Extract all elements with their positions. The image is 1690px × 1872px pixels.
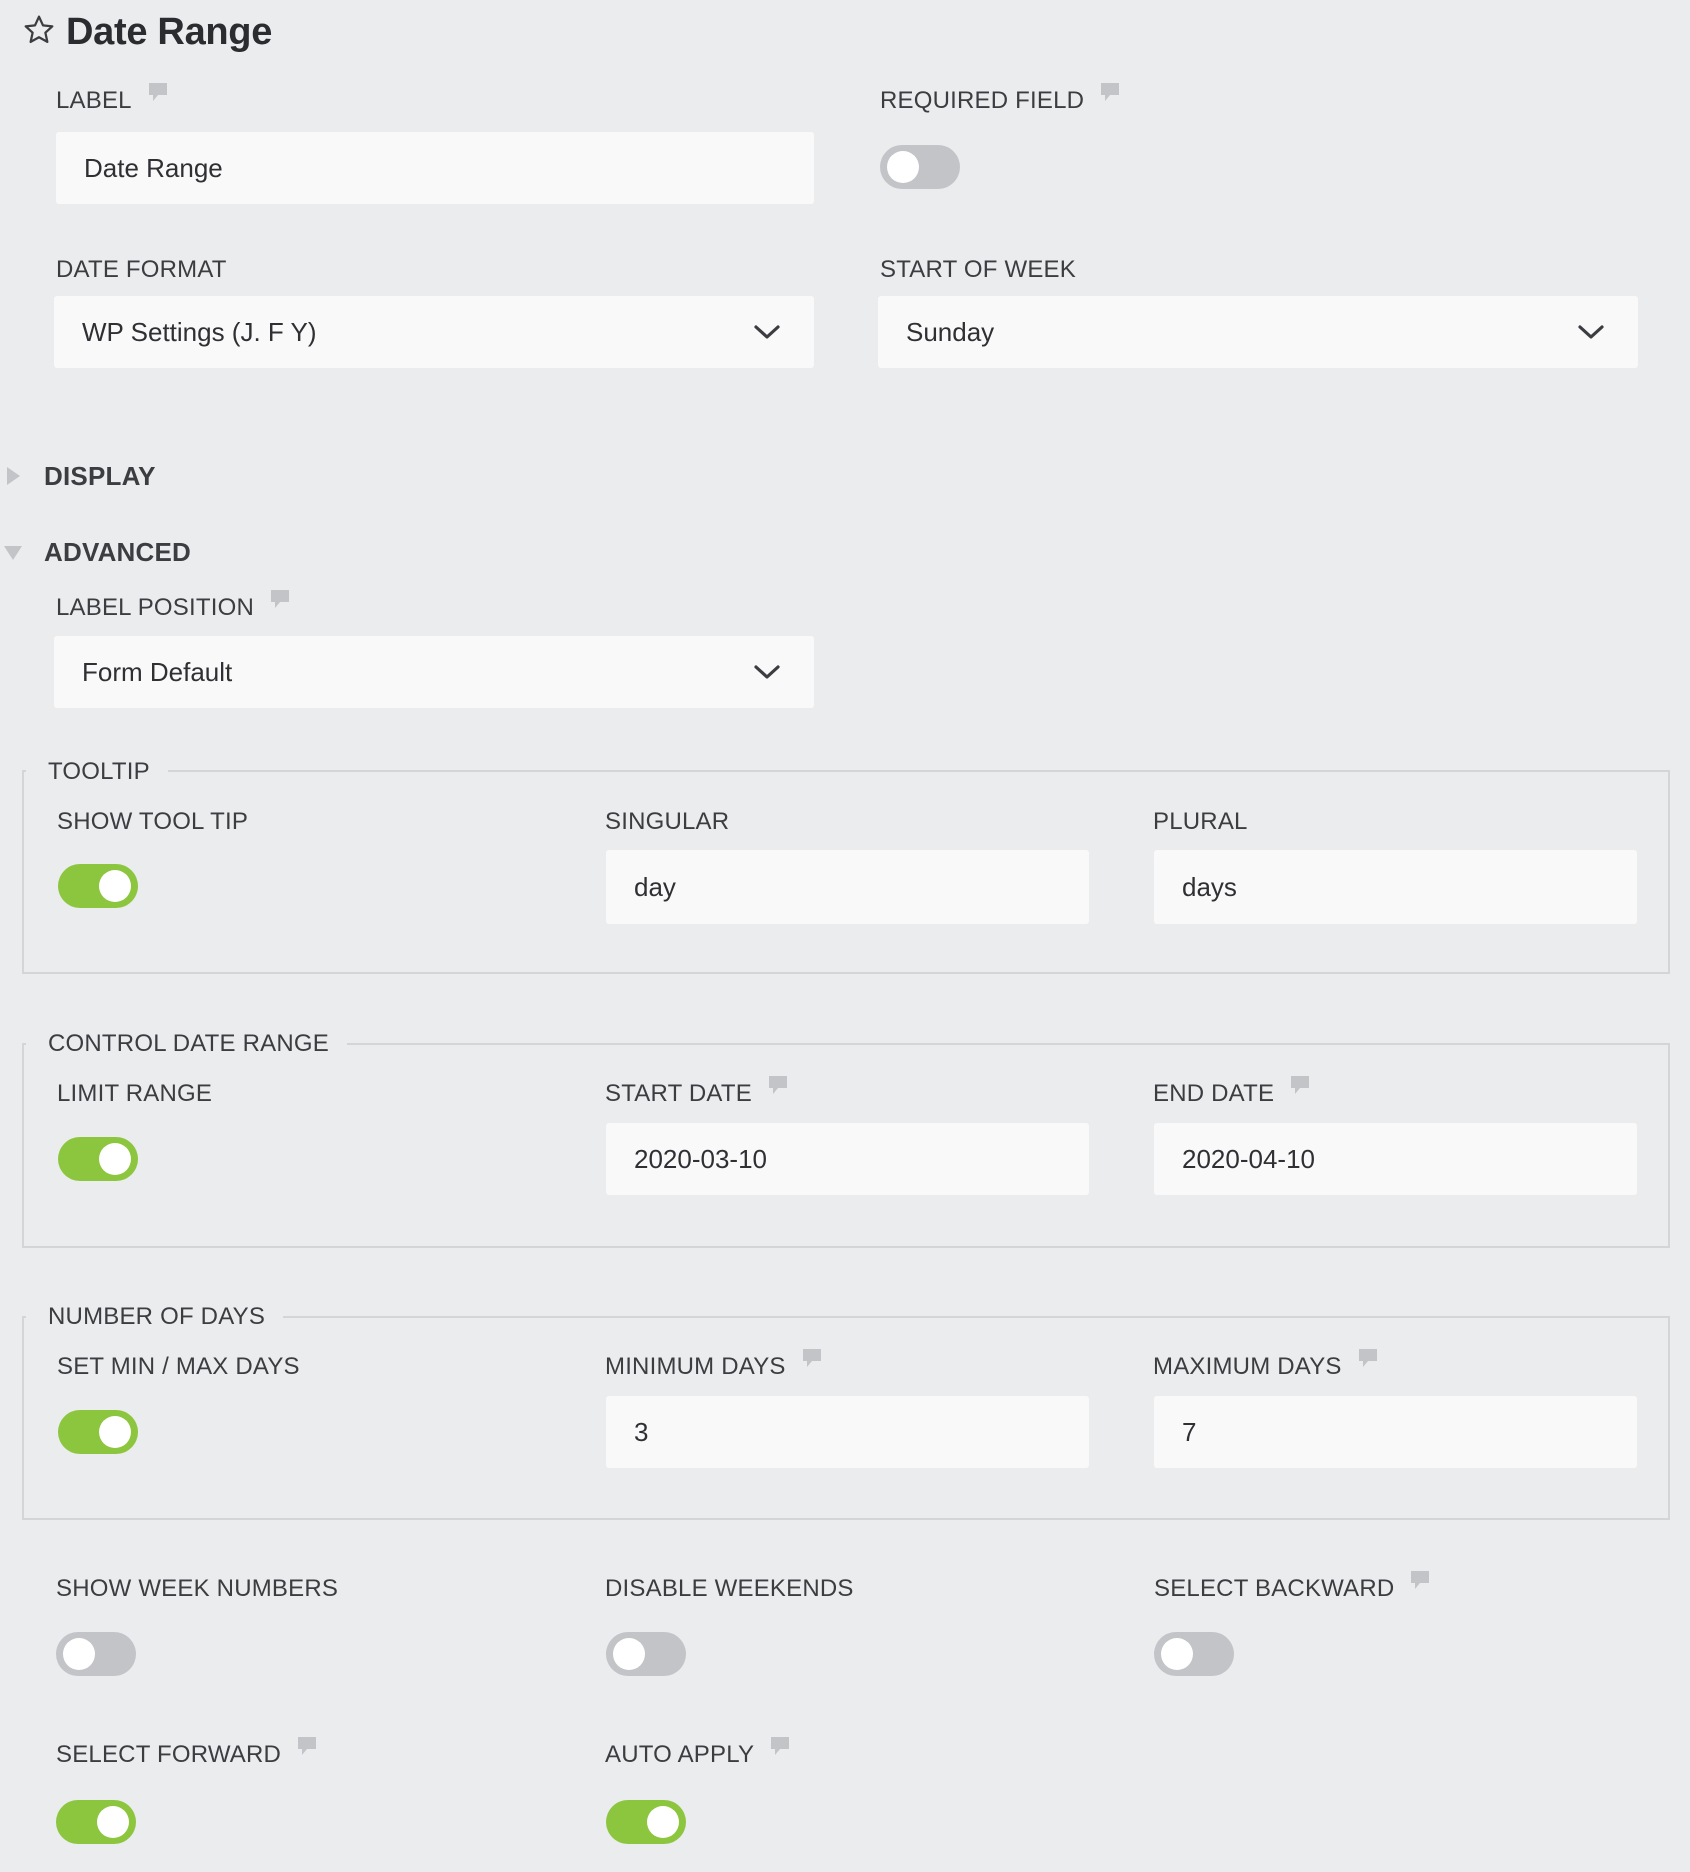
plural-label: PLURAL	[1153, 808, 1248, 835]
page-title: Date Range	[66, 10, 273, 53]
toggle-knob	[647, 1806, 679, 1838]
show-tool-tip-toggle[interactable]	[58, 864, 138, 908]
control-date-range-legend: CONTROL DATE RANGE	[26, 1029, 347, 1059]
chevron-down-icon	[1576, 322, 1606, 342]
toggle-knob	[99, 1416, 131, 1448]
disable-weekends-toggle[interactable]	[606, 1632, 686, 1676]
number-of-days-legend: NUMBER OF DAYS	[26, 1302, 284, 1332]
disable-weekends-label: DISABLE WEEKENDS	[605, 1575, 854, 1602]
help-comment-icon[interactable]	[1358, 1348, 1378, 1370]
help-comment-icon[interactable]	[1290, 1075, 1310, 1097]
tooltip-legend: TOOLTIP	[26, 757, 168, 787]
toggle-knob	[1161, 1638, 1193, 1670]
limit-range-label: LIMIT RANGE	[57, 1080, 213, 1107]
select-backward-label: SELECT BACKWARD	[1154, 1571, 1430, 1604]
toggle-knob	[63, 1638, 95, 1670]
caret-down-icon	[4, 542, 22, 562]
toggle-knob	[613, 1638, 645, 1670]
help-comment-icon[interactable]	[270, 589, 290, 611]
start-of-week-label: START OF WEEK	[880, 256, 1076, 283]
maximum-days-label: MAXIMUM DAYS	[1153, 1349, 1378, 1382]
help-comment-icon[interactable]	[802, 1348, 822, 1370]
help-comment-icon[interactable]	[1410, 1570, 1430, 1592]
help-comment-icon[interactable]	[148, 82, 168, 104]
date-format-select[interactable]: WP Settings (J. F Y)	[54, 296, 814, 368]
end-date-input[interactable]: 2020-04-10	[1154, 1123, 1637, 1195]
toggle-knob	[97, 1806, 129, 1838]
label-field-label: LABEL	[56, 83, 168, 116]
show-tool-tip-label: SHOW TOOL TIP	[57, 808, 249, 835]
auto-apply-toggle[interactable]	[606, 1800, 686, 1844]
required-field-label: REQUIRED FIELD	[880, 83, 1120, 116]
maximum-days-input[interactable]: 7	[1154, 1396, 1637, 1468]
required-field-toggle[interactable]	[880, 145, 960, 189]
select-forward-toggle[interactable]	[56, 1800, 136, 1844]
help-comment-icon[interactable]	[1100, 82, 1120, 104]
help-comment-icon[interactable]	[770, 1736, 790, 1758]
singular-label: SINGULAR	[605, 808, 730, 835]
chevron-down-icon	[752, 322, 782, 342]
plural-input[interactable]: days	[1154, 850, 1637, 924]
select-forward-label: SELECT FORWARD	[56, 1737, 317, 1770]
auto-apply-label: AUTO APPLY	[605, 1737, 790, 1770]
show-week-numbers-toggle[interactable]	[56, 1632, 136, 1676]
toggle-knob	[887, 151, 919, 183]
show-week-numbers-label: SHOW WEEK NUMBERS	[56, 1575, 339, 1602]
toggle-knob	[99, 870, 131, 902]
start-of-week-select[interactable]: Sunday	[878, 296, 1638, 368]
start-date-label: START DATE	[605, 1076, 788, 1109]
star-outline-icon[interactable]	[22, 13, 66, 52]
label-position-label: LABEL POSITION	[56, 590, 290, 623]
toggle-knob	[99, 1143, 131, 1175]
caret-right-icon	[4, 466, 22, 486]
limit-range-toggle[interactable]	[58, 1137, 138, 1181]
label-input[interactable]: Date Range	[56, 132, 814, 204]
minimum-days-label: MINIMUM DAYS	[605, 1349, 822, 1382]
minimum-days-input[interactable]: 3	[606, 1396, 1089, 1468]
start-date-input[interactable]: 2020-03-10	[606, 1123, 1089, 1195]
set-min-max-days-label: SET MIN / MAX DAYS	[57, 1353, 300, 1380]
field-title-row: Date Range	[22, 10, 272, 54]
set-min-max-days-toggle[interactable]	[58, 1410, 138, 1454]
section-advanced-toggle[interactable]: ADVANCED	[4, 534, 191, 570]
help-comment-icon[interactable]	[768, 1075, 788, 1097]
singular-input[interactable]: day	[606, 850, 1089, 924]
select-backward-toggle[interactable]	[1154, 1632, 1234, 1676]
date-format-label: DATE FORMAT	[56, 256, 227, 283]
chevron-down-icon	[752, 662, 782, 682]
section-display-toggle[interactable]: DISPLAY	[4, 458, 156, 494]
end-date-label: END DATE	[1153, 1076, 1310, 1109]
help-comment-icon[interactable]	[297, 1736, 317, 1758]
label-position-select[interactable]: Form Default	[54, 636, 814, 708]
